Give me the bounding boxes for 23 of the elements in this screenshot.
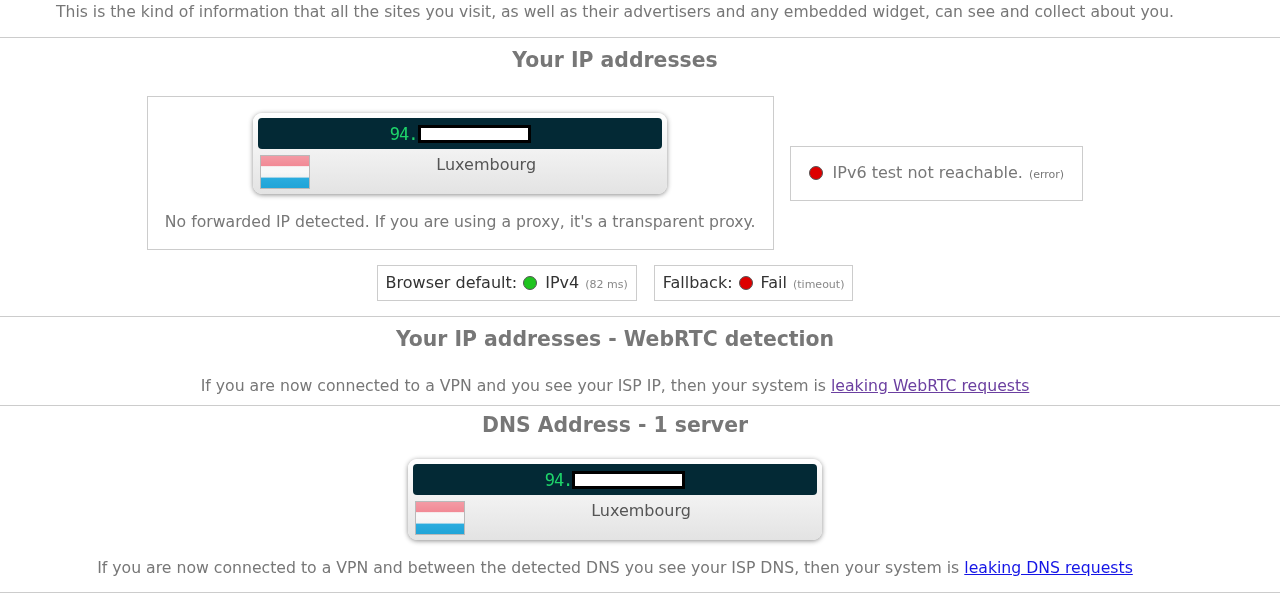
leak-link[interactable]: leaking WebRTC requests bbox=[831, 376, 1030, 395]
test-label: Fallback: bbox=[662, 273, 733, 293]
section-heading: Your IP addresses bbox=[512, 48, 718, 72]
leak-link[interactable]: leaking DNS requests bbox=[964, 558, 1133, 577]
forwarded-ip-note: No forwarded IP detected. If you are using a proxy, it's a transparent proxy. bbox=[164, 211, 756, 233]
ip-address: 94. bbox=[544, 469, 573, 490]
ip-address: 94. bbox=[389, 123, 418, 144]
test-result: Fail bbox=[760, 273, 787, 293]
flag-icon bbox=[260, 155, 311, 189]
intro-text: This is the kind of information that all the sites you visit, as well as their advertisers and any embedded widget, can see and collect about you. bbox=[56, 2, 1174, 23]
dns-note: If you are now connected to a VPN and between the detected DNS you see your ISP DNS, then your system is leaking DNS requests bbox=[97, 558, 1133, 578]
test-label: Browser default: bbox=[385, 273, 518, 293]
test-detail: (82 ms) bbox=[585, 277, 628, 292]
test-result: IPv4 bbox=[545, 273, 580, 293]
section-heading: Your IP addresses - WebRTC detection bbox=[395, 327, 835, 351]
webrtc-note: If you are now connected to a VPN and you see your ISP IP, then your system is leaking WebRTC requests bbox=[200, 376, 1030, 396]
section-heading: DNS Address - 1 server bbox=[481, 413, 749, 437]
country-name: Luxembourg bbox=[436, 155, 537, 176]
ipv6-status-detail: (error) bbox=[1028, 168, 1065, 182]
ipv6-status-text: IPv6 test not reachable. bbox=[832, 163, 1023, 183]
test-detail: (timeout) bbox=[793, 277, 845, 292]
country-name: Luxembourg bbox=[591, 501, 691, 522]
flag-icon bbox=[415, 501, 465, 535]
